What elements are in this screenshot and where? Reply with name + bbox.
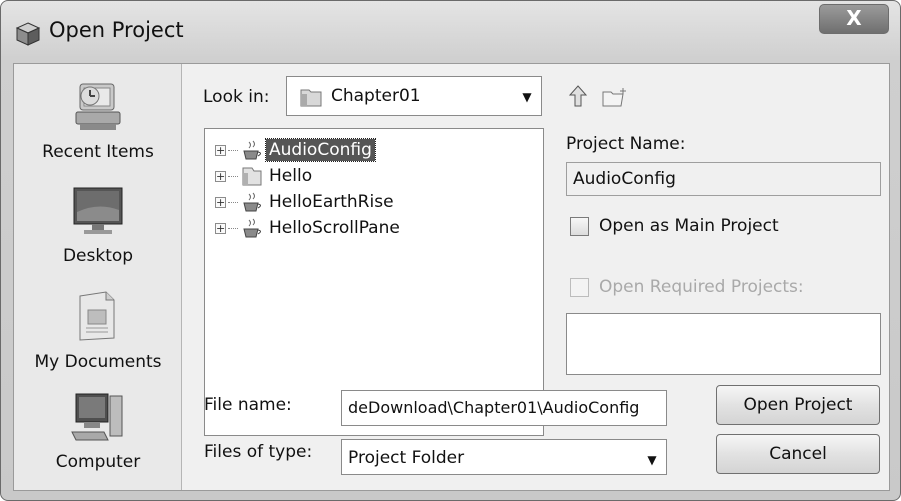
recent-items-icon — [75, 83, 121, 130]
required-projects-list[interactable] — [566, 313, 881, 375]
tree-item[interactable]: + AudioConfig — [215, 137, 376, 163]
file-name-input[interactable]: deDownload\Chapter01\AudioConfig — [341, 390, 667, 426]
close-button[interactable]: X — [819, 4, 889, 34]
tree-item-label: HelloScrollPane — [269, 218, 400, 238]
my-documents-icon — [79, 291, 115, 341]
look-in-value: Chapter01 — [331, 86, 421, 106]
open-as-main-checkbox[interactable] — [570, 217, 589, 236]
cancel-button[interactable]: Cancel — [716, 434, 880, 474]
project-name-value: AudioConfig — [573, 169, 676, 189]
file-name-value: deDownload\Chapter01\AudioConfig — [348, 398, 640, 417]
open-project-dialog: Open Project X Recent Items Desktop My D… — [0, 0, 901, 501]
app-cube-icon — [15, 21, 41, 47]
computer-icon — [71, 393, 123, 441]
desktop-icon — [73, 187, 123, 234]
places-bar: Recent Items Desktop My Documents Comput… — [14, 64, 182, 490]
chevron-down-icon[interactable]: ▼ — [513, 77, 541, 115]
expand-icon[interactable]: + — [215, 170, 226, 182]
place-desktop[interactable]: Desktop — [14, 182, 182, 266]
tree-item-label: Hello — [269, 166, 313, 186]
up-one-level-icon[interactable] — [567, 84, 589, 113]
java-project-icon — [243, 192, 261, 212]
chevron-down-icon[interactable]: ▼ — [638, 440, 666, 474]
tree-item[interactable]: + HelloEarthRise — [215, 189, 397, 215]
open-required-checkbox[interactable] — [570, 278, 589, 297]
place-label: Desktop — [62, 246, 134, 266]
look-in-combo[interactable]: Chapter01 ▼ — [286, 76, 542, 116]
tree-item-label: AudioConfig — [265, 138, 376, 162]
folder-icon — [299, 86, 323, 113]
file-name-label: File name: — [204, 395, 292, 415]
tree-item-label: HelloEarthRise — [269, 192, 394, 212]
project-name-field: AudioConfig — [566, 162, 881, 196]
java-project-icon — [243, 140, 261, 160]
window-title: Open Project — [49, 18, 184, 42]
place-label: My Documents — [34, 352, 162, 372]
look-in-label: Look in: — [203, 87, 270, 107]
place-label: Computer — [55, 452, 141, 472]
files-of-type-label: Files of type: — [204, 442, 313, 462]
place-recent-items[interactable]: Recent Items — [14, 76, 182, 162]
tree-item[interactable]: + Hello — [215, 163, 315, 189]
open-as-main-label: Open as Main Project — [599, 216, 779, 236]
place-my-documents[interactable]: My Documents — [14, 286, 182, 372]
files-of-type-value: Project Folder — [348, 448, 465, 468]
place-computer[interactable]: Computer — [14, 388, 182, 472]
java-project-icon — [243, 218, 261, 238]
open-required-label: Open Required Projects: — [599, 277, 804, 297]
files-of-type-combo[interactable]: Project Folder ▼ — [341, 439, 667, 475]
place-label: Recent Items — [42, 142, 154, 162]
expand-icon[interactable]: + — [215, 222, 226, 234]
folder-icon — [242, 167, 262, 186]
open-project-button[interactable]: Open Project — [716, 385, 880, 425]
new-folder-icon[interactable] — [601, 86, 629, 113]
title-bar: Open Project X — [1, 1, 900, 63]
expand-icon[interactable]: + — [215, 144, 226, 156]
tree-item[interactable]: + HelloScrollPane — [215, 215, 403, 241]
expand-icon[interactable]: + — [215, 196, 226, 208]
project-name-label: Project Name: — [566, 134, 686, 154]
dialog-body: Recent Items Desktop My Documents Comput… — [13, 63, 890, 491]
